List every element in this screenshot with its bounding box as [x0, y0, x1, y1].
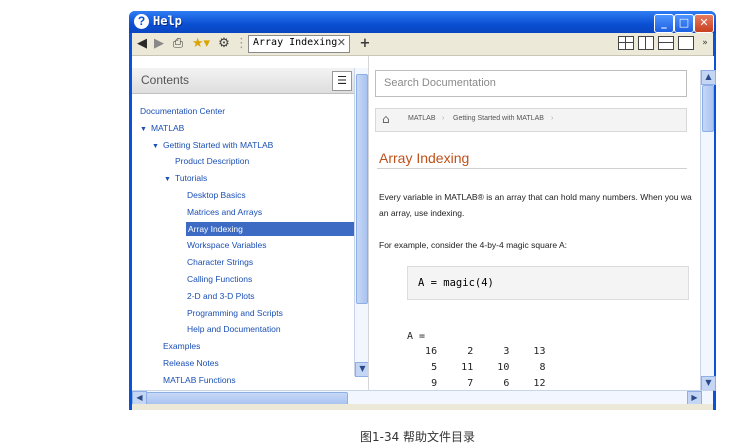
breadcrumb-separator-icon: › [551, 115, 554, 122]
contents-scroll-thumb[interactable] [356, 74, 368, 304]
example-paragraph: For example, consider the 4-by-4 magic s… [379, 240, 568, 250]
contents-menu-icon[interactable]: ☰ [332, 71, 352, 91]
tree-item-label: Programming and Scripts [187, 307, 283, 318]
document-scrollbar[interactable]: ▲ ▼ [700, 70, 716, 391]
tree-item-label: Product Description [175, 156, 250, 167]
page-title: Array Indexing [379, 150, 470, 166]
title-divider [377, 168, 687, 169]
breadcrumb: ⌂ MATLAB › Getting Started with MATLAB › [375, 108, 687, 132]
tree-item-label: Help and Documentation [187, 324, 281, 335]
tree-item-label: 2-D and 3-D Plots [187, 290, 255, 301]
maximize-button[interactable]: □ [674, 14, 694, 33]
add-tab-button[interactable]: + [358, 36, 372, 51]
contents-header: Contents ☰ [132, 68, 354, 94]
search-input[interactable]: Search Documentation [375, 70, 687, 97]
document-panel: Search Documentation ⌂ MATLAB › Getting … [368, 56, 714, 390]
breadcrumb-item-getting-started[interactable]: Getting Started with MATLAB [453, 115, 544, 122]
code-block: A = magic(4) [407, 266, 689, 300]
tree-item[interactable]: ▼ Getting Started with MATLAB [152, 140, 273, 150]
output-row: 5 11 10 8 [407, 362, 546, 373]
close-tab-icon[interactable]: ✕ [337, 36, 346, 49]
favorites-star-icon[interactable]: ★▾ [190, 36, 212, 51]
expand-caret-icon[interactable]: ▼ [140, 126, 147, 133]
tree-item-label: Workspace Variables [187, 240, 267, 251]
expand-caret-icon[interactable]: ▼ [152, 143, 159, 150]
tree-item-label: Documentation Center [140, 106, 226, 116]
contents-title: Contents [141, 73, 190, 87]
tree-item[interactable]: Character Strings [187, 257, 253, 267]
status-bar [132, 404, 713, 410]
tree-item-label: Release Notes [163, 358, 219, 368]
title-bar[interactable]: ? Help _ □ ✕ [129, 11, 716, 33]
forward-icon[interactable]: ▶ [152, 36, 166, 51]
layout-grid-icon[interactable] [618, 36, 634, 50]
search-placeholder: Search Documentation [384, 77, 496, 89]
tree-item[interactable]: Calling Functions [187, 274, 252, 284]
layout-single-icon[interactable] [678, 36, 694, 50]
tree-item-label: Array Indexing [188, 223, 243, 234]
page-tab[interactable]: Array Indexing ✕ [248, 35, 350, 53]
toolbar-overflow-icon[interactable]: » [699, 36, 711, 51]
tree-item[interactable]: ▼ Tutorials [164, 173, 207, 183]
tree-item[interactable]: Matrices and Arrays [187, 207, 262, 217]
breadcrumb-item-matlab[interactable]: MATLAB [408, 115, 436, 122]
contents-panel: Contents ☰ Documentation Center ▼ MATLAB ▼ G… [132, 56, 370, 390]
toolbar: ◀ ▶ ⎙ ★▾ ⚙ ⋮ Array Indexing ✕ + » [132, 33, 713, 56]
expand-caret-icon[interactable]: ▼ [164, 176, 171, 183]
home-icon[interactable]: ⌂ [382, 112, 390, 126]
toolbar-grip-icon: ⋮ [235, 36, 248, 51]
tree-item-label: Calling Functions [187, 274, 253, 284]
window-title: Help [153, 14, 182, 28]
code-text: A = magic(4) [418, 277, 494, 289]
tree-item[interactable]: MATLAB Functions [163, 375, 236, 385]
back-icon[interactable]: ◀ [135, 36, 149, 51]
page-tab-label: Array Indexing [253, 37, 338, 48]
scroll-down-icon[interactable]: ▼ [701, 376, 716, 391]
tree-item-label: Character Strings [187, 257, 254, 268]
intro-paragraph-line1: Every variable in MATLAB® is an array th… [379, 192, 692, 202]
document-scroll-thumb[interactable] [702, 85, 714, 132]
layout-split-horizontal-icon[interactable] [658, 36, 674, 50]
output-label: A = [407, 331, 426, 342]
tree-item-label: MATLAB [150, 122, 185, 133]
tree-item[interactable]: Workspace Variables [187, 240, 267, 250]
close-button[interactable]: ✕ [694, 14, 714, 33]
gear-icon[interactable]: ⚙ [216, 36, 232, 51]
output-row: 16 2 3 13 [407, 346, 546, 357]
intro-paragraph-line2: an array, use indexing. [379, 208, 465, 218]
tree-item[interactable]: Documentation Center [140, 106, 225, 116]
tree-item-label: Examples [163, 341, 201, 352]
figure-caption: 图1-34 帮助文件目录 [360, 430, 476, 444]
help-icon: ? [134, 14, 149, 29]
tree-item-label: MATLAB Functions [163, 374, 236, 385]
tree-item[interactable]: ▼ MATLAB [140, 123, 184, 133]
tree-item-label: Tutorials [174, 173, 208, 184]
tree-item[interactable]: Product Description [175, 156, 249, 166]
horizontal-scrollbar[interactable]: ◀ ▶ [132, 390, 713, 406]
tree-item-label: Desktop Basics [187, 190, 246, 200]
minimize-button[interactable]: _ [654, 14, 674, 33]
tree-item[interactable]: 2-D and 3-D Plots [187, 291, 255, 301]
content-area: Contents ☰ Documentation Center ▼ MATLAB ▼ G… [132, 56, 716, 391]
scroll-up-icon[interactable]: ▲ [701, 70, 716, 85]
layout-split-vertical-icon[interactable] [638, 36, 654, 50]
help-window: ? Help _ □ ✕ ◀ ▶ ⎙ ★▾ ⚙ ⋮ Array Indexing… [129, 11, 716, 410]
tree-item-label: Matrices and Arrays [187, 206, 263, 217]
tree-item[interactable]: Help and Documentation [187, 324, 281, 334]
contents-scrollbar[interactable]: ▼ [354, 68, 370, 377]
tree-item[interactable]: Programming and Scripts [187, 308, 283, 318]
output-row: 9 7 6 12 [407, 378, 546, 389]
breadcrumb-separator-icon: › [442, 115, 445, 122]
print-icon[interactable]: ⎙ [170, 36, 186, 51]
tree-item[interactable]: Array Indexing [186, 221, 356, 236]
tree-item-label: Getting Started with MATLAB [162, 139, 274, 150]
tree-item[interactable]: Desktop Basics [187, 190, 246, 200]
tree-item[interactable]: Examples [163, 341, 200, 351]
tree-item[interactable]: Release Notes [163, 358, 219, 368]
